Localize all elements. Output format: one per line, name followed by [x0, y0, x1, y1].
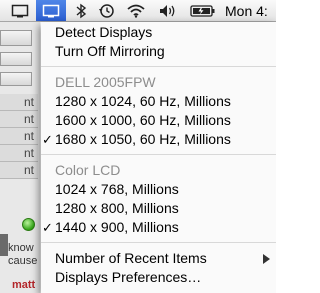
resolution-label: 1680 x 1050, 60 Hz, Millions [55, 131, 231, 147]
bluetooth-icon [75, 3, 87, 19]
display-section-header: DELL 2005FPW [55, 74, 156, 90]
bluetooth-menu-extra[interactable] [72, 0, 90, 21]
menu-bar: Mon 4: [0, 0, 276, 22]
background-table-cell: nt [0, 94, 38, 111]
background-toolbar-button[interactable] [0, 72, 32, 86]
time-machine-icon [98, 3, 116, 19]
screen: nt nt nt nt nt know cause matt Mon 4: De… [0, 0, 276, 293]
turn-off-mirroring-item[interactable]: Turn Off Mirroring [41, 42, 276, 61]
resolution-label: 1280 x 800, Millions [55, 200, 179, 216]
background-table-cell: nt [0, 145, 38, 162]
menu-separator [41, 154, 276, 155]
submenu-arrow-icon [263, 254, 270, 264]
display-icon [42, 4, 60, 18]
resolution-label: 1024 x 768, Millions [55, 181, 179, 197]
status-indicator-icon [22, 218, 35, 231]
resolution-item[interactable]: 1600 x 1000, 60 Hz, Millions [41, 111, 276, 130]
recent-items-submenu[interactable]: Number of Recent Items [41, 249, 276, 268]
menu-separator [41, 242, 276, 243]
resolution-item-selected[interactable]: ✓ 1440 x 900, Millions [41, 218, 276, 237]
displays-dropdown-menu: Detect Displays Turn Off Mirroring DELL … [41, 22, 276, 293]
volume-icon [159, 4, 177, 18]
displays-menu-extra[interactable] [36, 0, 66, 21]
background-table-cell: nt [0, 128, 38, 145]
menu-separator [41, 66, 276, 67]
avatar [0, 234, 8, 256]
volume-menu-extra[interactable] [156, 0, 180, 21]
background-text: know [8, 242, 34, 254]
background-toolbar-button[interactable] [0, 30, 32, 46]
checkmark-icon: ✓ [42, 132, 53, 147]
battery-menu-extra[interactable] [188, 0, 218, 21]
display-icon [11, 4, 29, 18]
recent-items-label: Number of Recent Items [55, 250, 207, 266]
resolution-label: 1440 x 900, Millions [55, 219, 179, 235]
resolution-item-selected[interactable]: ✓ 1680 x 1050, 60 Hz, Millions [41, 130, 276, 149]
background-toolbar-button[interactable] [0, 52, 32, 66]
checkmark-icon: ✓ [42, 220, 53, 235]
resolution-label: 1600 x 1000, 60 Hz, Millions [55, 112, 231, 128]
displays-preferences-item[interactable]: Displays Preferences… [41, 268, 276, 287]
display-section-header: Color LCD [55, 162, 121, 178]
menu-bar-clock[interactable]: Mon 4: [225, 0, 276, 21]
background-table-cell: nt [0, 111, 38, 128]
resolution-item[interactable]: 1280 x 1024, 60 Hz, Millions [41, 92, 276, 111]
resolution-label: 1280 x 1024, 60 Hz, Millions [55, 93, 231, 109]
battery-icon [190, 4, 216, 17]
display-mirror-menu-extra[interactable] [8, 0, 32, 21]
background-table-cell: nt [0, 162, 38, 179]
background-window: nt nt nt nt nt know cause [0, 22, 40, 293]
resolution-item[interactable]: 1024 x 768, Millions [41, 180, 276, 199]
time-machine-menu-extra[interactable] [96, 0, 118, 21]
background-text: cause [8, 255, 38, 267]
wifi-icon [126, 3, 146, 18]
detect-displays-item[interactable]: Detect Displays [41, 23, 276, 42]
resolution-item[interactable]: 1280 x 800, Millions [41, 199, 276, 218]
background-link[interactable]: matt [12, 279, 35, 291]
wifi-menu-extra[interactable] [124, 0, 148, 21]
